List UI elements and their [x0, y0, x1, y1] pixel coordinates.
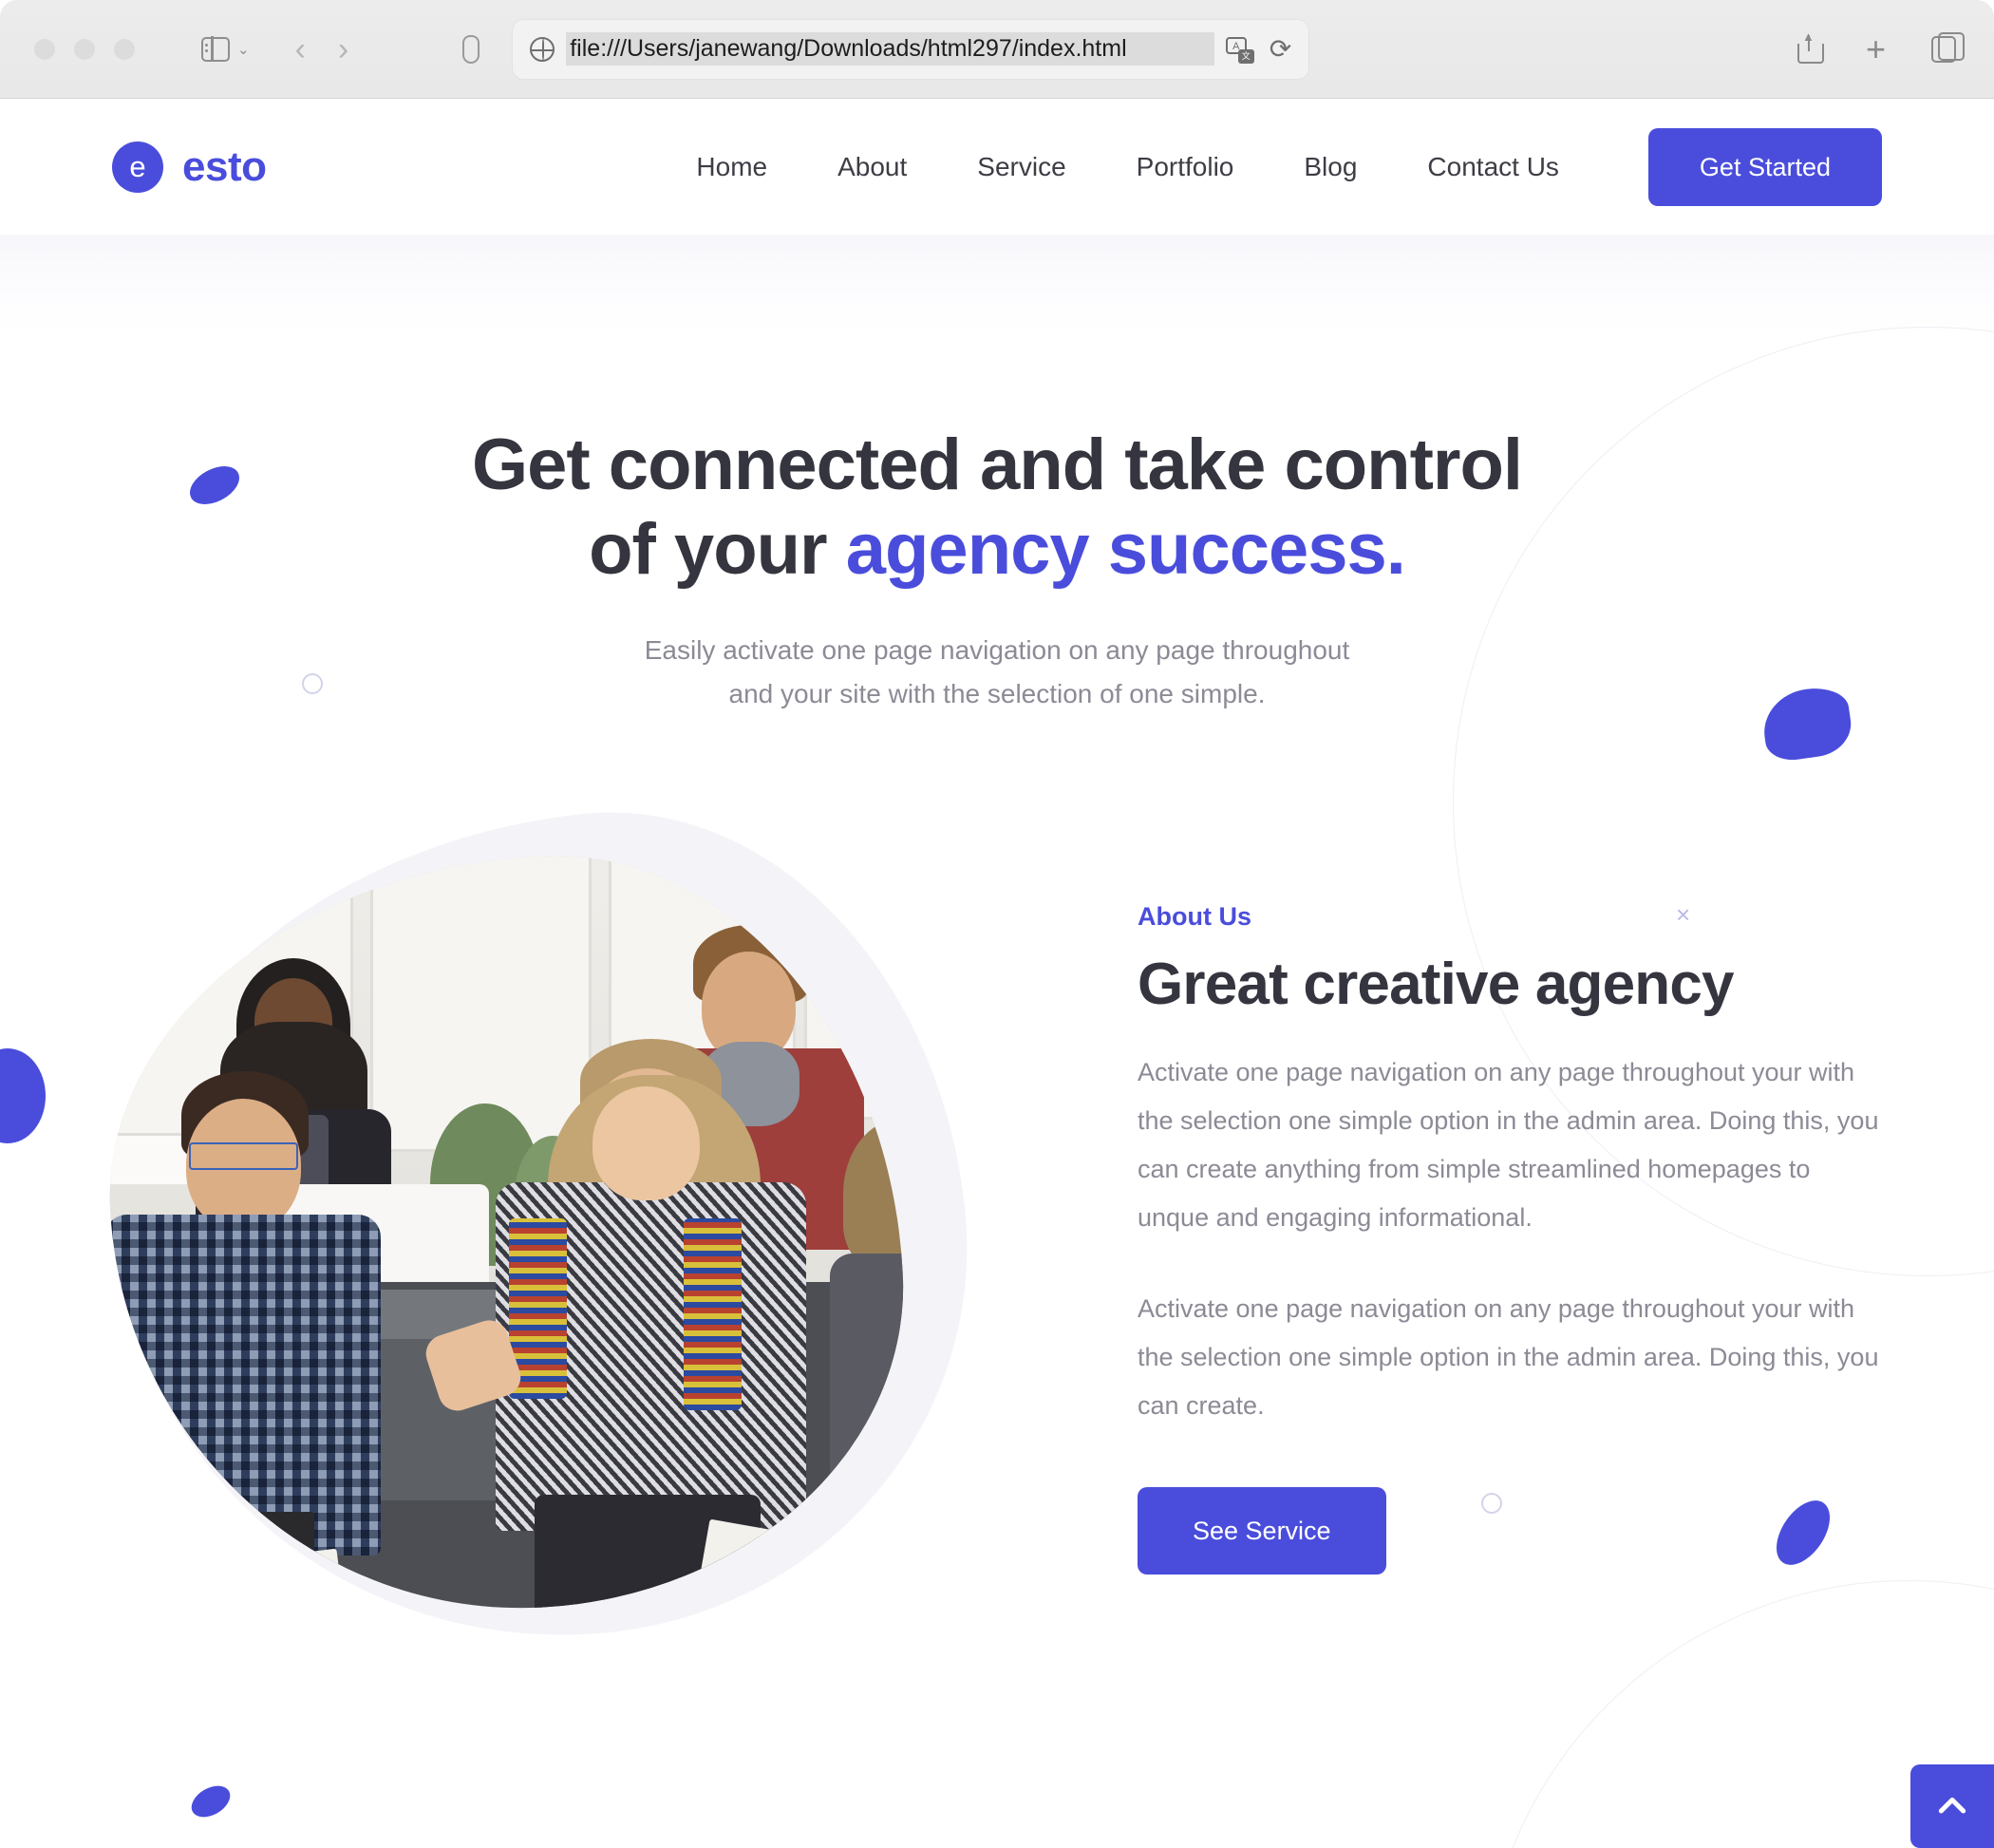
hero-subtitle: Easily activate one page navigation on a… [0, 629, 1994, 716]
hero-heading: Get connected and take control of your a… [0, 424, 1994, 593]
about-copy: About Us Great creative agency Activate … [1138, 820, 1882, 1575]
new-tab-icon[interactable]: + [1866, 31, 1886, 66]
url-text[interactable]: file:///Users/janewang/Downloads/html297… [566, 32, 1214, 66]
hero-heading-line1: Get connected and take control [472, 424, 1523, 505]
chevron-up-icon [1938, 1797, 1966, 1814]
sidebar-toggle[interactable]: ⌄ [201, 36, 250, 62]
address-bar[interactable]: file:///Users/janewang/Downloads/html297… [512, 18, 1310, 80]
meeting-room-illustration [92, 839, 920, 1630]
nav-item-portfolio[interactable]: Portfolio [1101, 152, 1270, 182]
main-navigation[interactable]: Home About Service Portfolio Blog Contac… [661, 127, 1882, 206]
about-image-wrapper [79, 779, 1006, 1680]
hero-subtitle-line1: Easily activate one page navigation on a… [644, 634, 1350, 665]
globe-icon [530, 36, 555, 62]
nav-item-service[interactable]: Service [942, 152, 1100, 182]
nav-item-blog[interactable]: Blog [1269, 152, 1392, 182]
minimize-window-button[interactable] [74, 38, 95, 60]
chevron-down-icon[interactable]: ⌄ [237, 41, 250, 58]
about-photo [92, 839, 920, 1630]
hero-heading-accent: agency success. [845, 508, 1406, 590]
about-paragraph-1: Activate one page navigation on any page… [1138, 1058, 1879, 1232]
address-bar-actions[interactable]: A 文 ⟳ [1225, 33, 1291, 65]
about-photo-blob [92, 839, 920, 1630]
get-started-button[interactable]: Get Started [1647, 127, 1882, 206]
forward-button[interactable]: › [338, 33, 348, 66]
hero-section: Get connected and take control of your a… [0, 235, 1994, 716]
share-icon[interactable] [1796, 29, 1824, 64]
see-service-button[interactable]: See Service [1138, 1486, 1386, 1575]
browser-chrome: ⌄ ‹ › file:///Users/janewang/Downloads/h… [0, 0, 1994, 99]
about-section: About Us Great creative agency Activate … [0, 779, 1994, 1680]
logo-text: esto [182, 142, 267, 190]
scroll-to-top-button[interactable] [1910, 1764, 1994, 1848]
web-page: e esto Home About Service Portfolio Blog… [0, 99, 1994, 1848]
browser-right-actions[interactable]: + [1796, 29, 1965, 66]
blue-ellipse-bottom-left [185, 1779, 236, 1824]
site-header: e esto Home About Service Portfolio Blog… [0, 99, 1994, 235]
about-heading: Great creative agency [1138, 952, 1735, 1018]
logo-mark-icon: e [112, 141, 163, 193]
site-logo[interactable]: e esto [112, 141, 267, 193]
nav-item-home[interactable]: Home [661, 152, 802, 182]
hero-subtitle-line2: and your site with the selection of one … [728, 679, 1266, 708]
about-eyebrow: About Us [1138, 902, 1251, 932]
window-traffic-lights[interactable] [34, 38, 135, 60]
about-paragraph-2: Activate one page navigation on any page… [1138, 1294, 1879, 1420]
shield-icon [462, 34, 480, 64]
nav-arrows[interactable]: ‹ › [295, 33, 349, 66]
hero-heading-line2-prefix: of your [589, 508, 846, 590]
maximize-window-button[interactable] [114, 38, 135, 60]
nav-item-about[interactable]: About [802, 152, 942, 182]
sidebar-icon [201, 36, 230, 62]
back-button[interactable]: ‹ [295, 33, 306, 66]
translate-icon[interactable]: A 文 [1225, 36, 1254, 64]
close-window-button[interactable] [34, 38, 55, 60]
reload-icon[interactable]: ⟳ [1270, 33, 1291, 65]
tab-overview-icon[interactable] [1931, 31, 1965, 63]
nav-item-contact-us[interactable]: Contact Us [1392, 152, 1594, 182]
